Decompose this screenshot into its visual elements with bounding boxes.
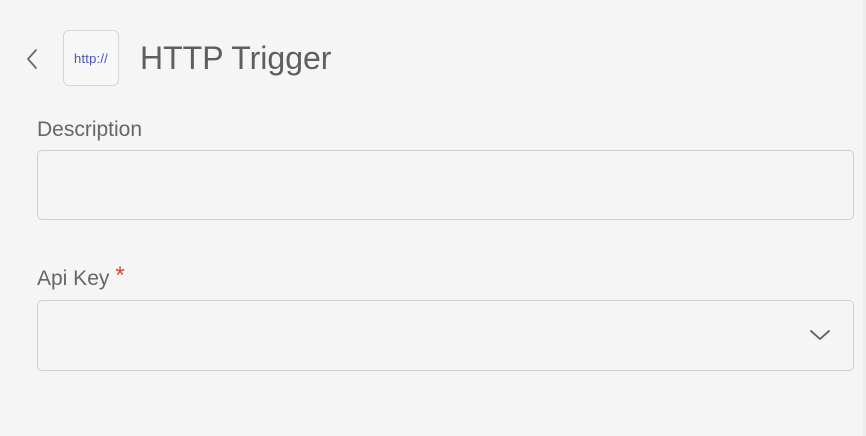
description-input[interactable] xyxy=(37,150,854,220)
required-marker: * xyxy=(115,262,125,289)
api-key-select[interactable] xyxy=(37,300,854,371)
description-label: Description xyxy=(37,117,142,143)
http-trigger-icon: http:// xyxy=(63,30,119,86)
page-title: HTTP Trigger xyxy=(140,40,332,76)
back-button[interactable] xyxy=(18,44,46,74)
chevron-down-icon[interactable] xyxy=(809,327,831,343)
api-key-label-text: Api Key xyxy=(37,267,110,290)
chevron-left-icon xyxy=(27,49,37,69)
api-key-label: Api Key * xyxy=(37,262,125,292)
http-icon-label: http:// xyxy=(74,50,108,66)
description-label-text: Description xyxy=(37,118,143,141)
http-trigger-config-panel: http:// HTTP Trigger Description Api Key… xyxy=(0,0,866,436)
